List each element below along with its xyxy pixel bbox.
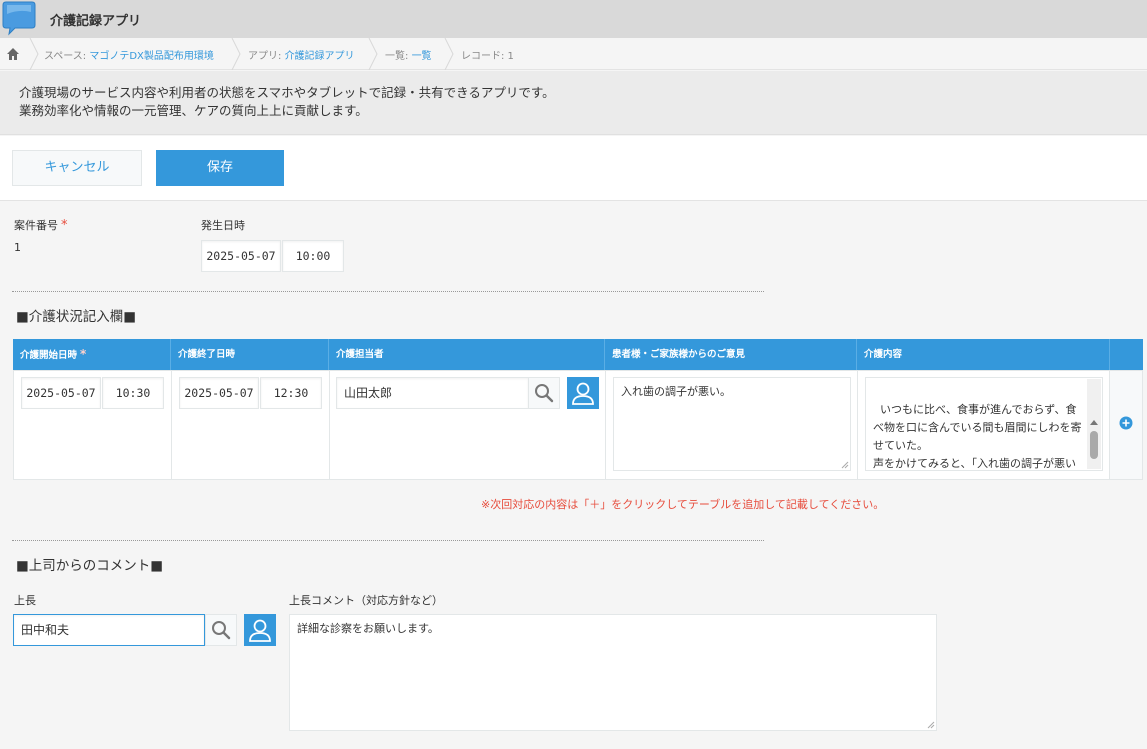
occurrence-date-input[interactable]: 2025-05-07 — [201, 240, 281, 272]
boss-comment-label: 上長コメント（対応方針など） — [289, 594, 443, 607]
care-table-header: 介護開始日時 * 介護終了日時 介護担当者 患者様・ご家族様からのご意見 介護内容 — [13, 339, 1143, 370]
staff-search-button[interactable] — [528, 377, 560, 409]
breadcrumb-separator-icon — [29, 38, 39, 70]
case-number-label: 案件番号 * — [14, 218, 68, 233]
header-opinion: 患者様・ご家族様からのご意見 — [605, 339, 857, 370]
care-end-date-input[interactable]: 2025-05-07 — [179, 377, 259, 409]
breadcrumb-list-link[interactable]: 一覧 — [412, 51, 432, 62]
resize-handle-icon[interactable] — [927, 721, 935, 729]
care-start-time-input[interactable]: 10:30 — [102, 377, 164, 409]
care-content-scrollbar[interactable] — [1087, 379, 1101, 469]
breadcrumb-record: レコード: 1 — [461, 51, 514, 62]
search-icon — [212, 621, 231, 640]
occurrence-time-input[interactable]: 10:00 — [282, 240, 344, 272]
user-icon — [249, 619, 271, 642]
app-logo-icon — [2, 1, 36, 36]
care-content-textarea[interactable]: いつもに比べ、食事が進んでおらず、食べ物を口に含んでいる間も眉間にしわを寄せてい… — [865, 377, 1103, 471]
scrollbar-arrows-icon — [1090, 420, 1098, 459]
case-number-value: 1 — [14, 241, 21, 254]
record-toolbar: キャンセル 保存 — [0, 136, 1147, 201]
boss-label: 上長 — [14, 594, 36, 607]
required-mark: * — [80, 347, 87, 361]
search-icon — [535, 384, 554, 403]
breadcrumb: スペース: マゴノテDX製品配布用環境 アプリ: 介護記録アプリ 一覧: 一覧 … — [0, 38, 1147, 70]
next-action-notice: ※次回対応の内容は「＋」をクリックしてテーブルを追加して記載してください。 — [481, 498, 885, 511]
boss-input[interactable]: 田中和夫 — [13, 614, 205, 646]
section-divider — [12, 291, 764, 292]
header-care-start: 介護開始日時 * — [13, 339, 171, 370]
comment-section-title: ■上司からのコメント■ — [16, 558, 164, 574]
opinion-textarea[interactable]: 入れ歯の調子が悪い。 — [613, 377, 851, 471]
breadcrumb-space-link[interactable]: マゴノテDX製品配布用環境 — [89, 51, 214, 62]
header-care-staff: 介護担当者 — [329, 339, 605, 370]
care-table-row-actions — [1110, 370, 1143, 480]
boss-search-button[interactable] — [205, 614, 237, 646]
description-line-1: 介護現場のサービス内容や利用者の状態をスマホやタブレットで記録・共有できるアプリ… — [19, 85, 555, 100]
section-divider — [12, 540, 764, 541]
cancel-button[interactable]: キャンセル — [12, 150, 142, 186]
header-care-end: 介護終了日時 — [171, 339, 329, 370]
app-header: 介護記録アプリ — [0, 0, 1147, 38]
care-end-time-input[interactable]: 12:30 — [260, 377, 322, 409]
required-mark: * — [61, 218, 68, 233]
breadcrumb-separator-icon — [231, 38, 241, 70]
breadcrumb-space[interactable]: スペース: マゴノテDX製品配布用環境 — [44, 47, 214, 62]
resize-handle-icon[interactable] — [841, 461, 849, 469]
breadcrumb-separator-icon — [444, 38, 454, 70]
care-staff-input[interactable]: 山田太郎 — [336, 377, 529, 409]
home-icon[interactable] — [6, 47, 20, 61]
boss-user-select-button[interactable] — [244, 614, 276, 646]
care-section-title: ■介護状況記入欄■ — [16, 309, 137, 325]
care-start-date-input[interactable]: 2025-05-07 — [21, 377, 101, 409]
boss-comment-textarea[interactable]: 詳細な診察をお願いします。 — [289, 614, 937, 731]
breadcrumb-app[interactable]: アプリ: 介護記録アプリ — [248, 47, 355, 62]
save-button[interactable]: 保存 — [156, 150, 284, 186]
add-row-icon[interactable] — [1119, 416, 1133, 430]
occurrence-datetime-label: 発生日時 — [201, 219, 245, 232]
description-line-2: 業務効率化や情報の一元管理、ケアの質向上上に貢献します。 — [19, 103, 368, 118]
header-care-content: 介護内容 — [857, 339, 1110, 370]
breadcrumb-app-link[interactable]: 介護記録アプリ — [285, 51, 355, 62]
breadcrumb-list[interactable]: 一覧: 一覧 — [385, 47, 432, 62]
staff-user-select-button[interactable] — [567, 377, 599, 409]
app-title: 介護記録アプリ — [50, 14, 142, 29]
breadcrumb-separator-icon — [368, 38, 378, 70]
app-description: 介護現場のサービス内容や利用者の状態をスマホやタブレットで記録・共有できるアプリ… — [0, 71, 1147, 135]
user-icon — [572, 382, 594, 405]
